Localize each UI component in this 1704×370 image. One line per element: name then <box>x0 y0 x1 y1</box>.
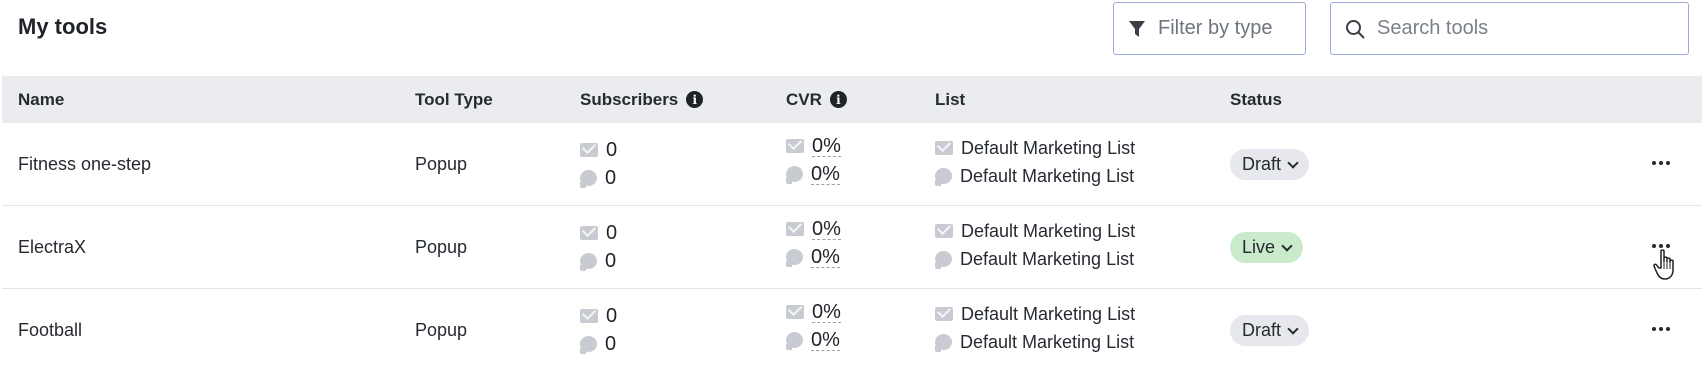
chevron-down-icon <box>1287 156 1299 169</box>
header-list[interactable]: List <box>935 76 965 123</box>
cvr-sms[interactable]: 0% <box>811 164 840 185</box>
search-icon <box>1346 19 1365 38</box>
mail-icon <box>580 226 598 240</box>
header-subscribers[interactable]: Subscribers i <box>580 76 704 123</box>
cvr-email[interactable]: 0% <box>812 219 841 240</box>
mail-icon <box>786 139 804 153</box>
chat-icon <box>935 334 952 352</box>
cvr-cell: 0% 0% <box>786 301 841 351</box>
status-label: Draft <box>1242 154 1282 174</box>
chat-icon <box>786 249 803 267</box>
header-status[interactable]: Status <box>1230 76 1282 123</box>
mail-icon <box>786 305 804 319</box>
table-row[interactable]: ElectraX Popup 0 0 0% 0% Default Marketi… <box>2 206 1702 289</box>
header-name[interactable]: Name <box>18 76 64 123</box>
list-email: Default Marketing List <box>961 137 1136 158</box>
status-dropdown[interactable]: Draft <box>1230 149 1310 180</box>
table-row[interactable]: Fitness one-step Popup 0 0 0% 0% Default… <box>2 123 1702 206</box>
tool-type: Popup <box>415 320 468 340</box>
mail-icon <box>580 309 598 323</box>
more-horizontal-icon <box>1652 161 1656 165</box>
subscribers-sms: 0 <box>605 166 617 189</box>
tool-name[interactable]: Football <box>18 320 82 341</box>
subscribers-sms: 0 <box>605 249 617 272</box>
status-dropdown[interactable]: Draft <box>1230 315 1310 346</box>
chat-icon <box>580 253 597 271</box>
status-label: Draft <box>1242 320 1282 340</box>
list-sms: Default Marketing List <box>960 248 1135 269</box>
list-email: Default Marketing List <box>961 220 1136 241</box>
tool-name[interactable]: ElectraX <box>18 237 86 258</box>
mail-icon <box>935 307 953 321</box>
mail-icon <box>580 143 598 157</box>
info-icon[interactable]: i <box>686 91 704 108</box>
more-horizontal-icon <box>1652 244 1656 248</box>
tool-type: Popup <box>415 237 468 257</box>
subscribers-cell: 0 0 <box>580 139 617 189</box>
header-tool-type[interactable]: Tool Type <box>415 76 493 123</box>
tool-name[interactable]: Fitness one-step <box>18 154 151 175</box>
filter-by-type-label: Filter by type <box>1158 17 1273 39</box>
more-horizontal-icon <box>1652 327 1656 331</box>
status-dropdown[interactable]: Live <box>1230 232 1304 263</box>
subscribers-sms: 0 <box>605 332 617 355</box>
list-cell: Default Marketing List Default Marketing… <box>935 303 1135 353</box>
chevron-down-icon <box>1281 239 1293 252</box>
search-input[interactable] <box>1377 17 1677 40</box>
table-row[interactable]: Football Popup 0 0 0% 0% Default Marketi… <box>2 289 1702 370</box>
list-sms: Default Marketing List <box>960 331 1135 352</box>
subscribers-cell: 0 0 <box>580 305 617 355</box>
subscribers-cell: 0 0 <box>580 222 617 272</box>
mail-icon <box>935 141 953 155</box>
cvr-email[interactable]: 0% <box>812 136 841 157</box>
chat-icon <box>935 168 952 186</box>
chat-icon <box>580 170 597 188</box>
table-header: Name Tool Type Subscribers i CVR i List … <box>2 76 1702 123</box>
more-actions-button[interactable] <box>1647 151 1675 175</box>
filter-icon <box>1129 20 1145 37</box>
cvr-sms[interactable]: 0% <box>811 247 840 268</box>
page-title: My tools <box>18 14 108 39</box>
more-actions-button[interactable] <box>1647 317 1675 341</box>
subscribers-email: 0 <box>606 304 618 327</box>
search-box[interactable] <box>1330 2 1689 55</box>
subscribers-email: 0 <box>606 138 618 161</box>
list-email: Default Marketing List <box>961 303 1136 324</box>
list-sms: Default Marketing List <box>960 165 1135 186</box>
cvr-email[interactable]: 0% <box>812 302 841 323</box>
info-icon[interactable]: i <box>829 91 847 108</box>
subscribers-email: 0 <box>606 221 618 244</box>
tool-type: Popup <box>415 154 468 174</box>
chat-icon <box>935 251 952 269</box>
chat-icon <box>580 336 597 354</box>
filter-by-type-button[interactable]: Filter by type <box>1113 2 1306 55</box>
list-cell: Default Marketing List Default Marketing… <box>935 220 1135 270</box>
chat-icon <box>786 332 803 350</box>
cvr-sms[interactable]: 0% <box>811 330 840 351</box>
hand-pointer-icon <box>1653 249 1674 280</box>
cvr-cell: 0% 0% <box>786 218 841 268</box>
mail-icon <box>786 222 804 236</box>
cvr-cell: 0% 0% <box>786 135 841 185</box>
mail-icon <box>935 224 953 238</box>
status-label: Live <box>1242 237 1276 257</box>
list-cell: Default Marketing List Default Marketing… <box>935 137 1135 187</box>
chat-icon <box>786 166 803 184</box>
chevron-down-icon <box>1287 322 1299 335</box>
header-cvr[interactable]: CVR i <box>786 76 847 123</box>
